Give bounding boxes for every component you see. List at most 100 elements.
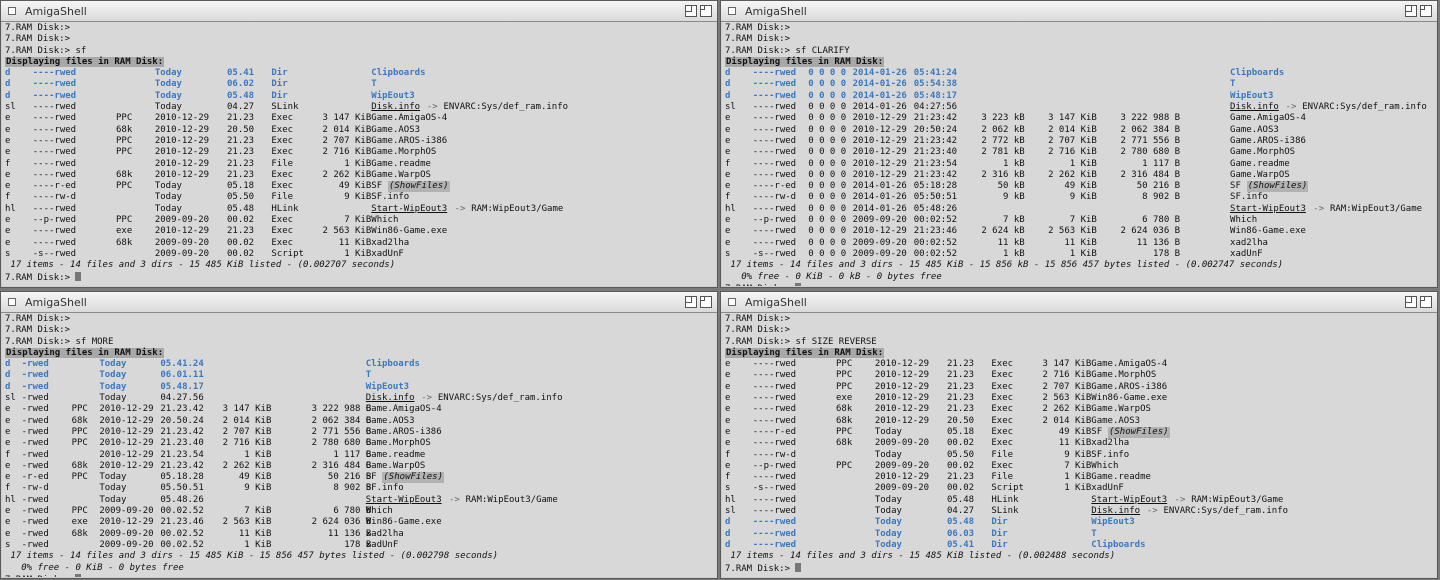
file-size: 11 KiB: [1058, 438, 1092, 449]
file-row[interactable]: d -rwed Today 06.01.11 T: [5, 370, 716, 381]
file-row[interactable]: d ----rwed 0 0 0 0 2014-01-26 05:41:24 Clipbo…: [725, 68, 1436, 79]
file-row[interactable]: e ----rwed 0 0 0 0 2009-09-20 00:02:52 11 kB 1…: [725, 238, 1436, 249]
file-row[interactable]: d -rwed Today 05.48.17 WipEout3: [5, 382, 716, 393]
file-row[interactable]: d ----rwed 0 0 0 0 2014-01-26 05:54:38 T: [725, 79, 1436, 90]
file-row[interactable]: e -rwed PPC 2010-12-29 21.23.42 2 707 KiB 2 77…: [5, 427, 716, 438]
file-row[interactable]: hl -rwed Today 05.48.26 Start-WipEout3 -> RAM:…: [5, 495, 716, 506]
file-row[interactable]: f ----rw-d 0 0 0 0 2014-01-26 05:50:51 9 kB 9 …: [725, 192, 1436, 203]
file-row[interactable]: e --p-rwed 0 0 0 0 2009-09-20 00:02:52 7 kB 7 …: [725, 215, 1436, 226]
file-row[interactable]: e --p-rwed PPC 2009-09-20 00.02 Exec 7 KiB Whic…: [725, 461, 1436, 472]
zoom-gadget-icon[interactable]: [685, 296, 697, 308]
terminal-output[interactable]: 7.RAM Disk:> 7.RAM Disk:> 7.RAM Disk:> sf …: [722, 313, 1436, 577]
file-row[interactable]: sl ----rwed 0 0 0 0 2014-01-26 04:27:56 Disk.…: [725, 102, 1436, 113]
file-row[interactable]: e ----rwed PPC 2010-12-29 21.23 Exec 2 716 KiB…: [725, 370, 1436, 381]
link-arrow-icon: ->: [1146, 506, 1158, 517]
file-row[interactable]: f ----rwed 2010-12-29 21.23 File 1 KiB Game.re…: [725, 472, 1436, 483]
zoom-gadget-icon[interactable]: [1405, 296, 1417, 308]
terminal-output[interactable]: 7.RAM Disk:> 7.RAM Disk:> 7.RAM Disk:> sf …: [722, 22, 1436, 286]
file-row[interactable]: d ----rwed Today 05.48 Dir WipEout3: [725, 517, 1436, 528]
file-row[interactable]: hl ----rwed Today 05.48 HLink Start-WipEout3-…: [5, 204, 716, 215]
input-line[interactable]: 7.RAM Disk:>: [725, 282, 1436, 286]
file-row[interactable]: e ----rwed 0 0 0 0 2010-12-29 20:50:24 2 062 …: [725, 125, 1436, 136]
input-line[interactable]: 7.RAM Disk:>: [5, 573, 716, 577]
file-row[interactable]: d -rwed Today 05.41.24 Clipboards: [5, 359, 716, 370]
depth-gadget-icon[interactable]: [1420, 296, 1432, 308]
depth-gadget-icon[interactable]: [700, 296, 712, 308]
file-row[interactable]: f -rw-d Today 05.50.51 9 KiB 8 902 B SF.info: [5, 483, 716, 494]
file-row[interactable]: f -rwed 2010-12-29 21.23.54 1 KiB 1 117 B Game…: [5, 450, 716, 461]
title-bar[interactable]: AmigaShell: [721, 1, 1437, 22]
file-row[interactable]: s -s--rwed 2009-09-20 00.02 Script 1 KiB xadUn…: [725, 483, 1436, 494]
file-row[interactable]: s -rwed 2009-09-20 00.02.52 1 KiB 178 BxadUnF: [5, 540, 716, 551]
file-row[interactable]: e ----rwed 68k 2010-12-29 20.50 Exec 2 014 KiB…: [5, 125, 716, 136]
file-row[interactable]: sl ----rwed Today 04.27 SLink Disk.info -> ENVA…: [5, 102, 716, 113]
file-row[interactable]: hl ----rwed Today 05.48 HLink Start-WipEout3-…: [725, 495, 1436, 506]
file-note: (ShowFiles): [387, 181, 450, 193]
file-row[interactable]: e -rwed PPC 2010-12-29 21.23.40 2 716 KiB 2 78…: [5, 438, 716, 449]
close-gadget-icon[interactable]: [728, 7, 736, 15]
input-line[interactable]: 7.RAM Disk:>: [725, 562, 1436, 574]
file-row[interactable]: f ----rw-d Today 05.50 File 9 KiB SF.info: [725, 450, 1436, 461]
terminal-output[interactable]: 7.RAM Disk:> 7.RAM Disk:> 7.RAM Disk:> sf …: [2, 313, 716, 577]
file-row[interactable]: f ----rwed 2010-12-29 21.23 File 1 KiB Game.re…: [5, 159, 716, 170]
file-row[interactable]: e ----rwed exe 2010-12-29 21.23 Exec 2 563 KiB…: [5, 226, 716, 237]
input-line[interactable]: 7.RAM Disk:>: [5, 271, 716, 283]
file-row[interactable]: d ----rwed Today 06.02 Dir T: [5, 79, 716, 90]
file-row[interactable]: d ----rwed Today 05.41 Dir Clipboards: [725, 540, 1436, 551]
depth-gadget-icon[interactable]: [1420, 5, 1432, 17]
file-row[interactable]: f ----rwed 0 0 0 0 2010-12-29 21:23:54 1 kB 1 …: [725, 159, 1436, 170]
file-row[interactable]: e ----rwed 68k 2010-12-29 20.50 Exec 2 014 KiB…: [725, 416, 1436, 427]
file-row[interactable]: f ----rw-d Today 05.50 File 9 KiB SF.info: [5, 192, 716, 203]
file-row[interactable]: e ----r-ed PPC Today 05.18 Exec 49 KiB SF (ShowF…: [725, 426, 1436, 439]
file-row[interactable]: d ----rwed 0 0 0 0 2014-01-26 05:48:17 WipEou…: [725, 91, 1436, 102]
file-date: Today: [154, 90, 182, 101]
file-row[interactable]: e ----rwed 0 0 0 0 2010-12-29 21:23:42 2 772 …: [725, 136, 1436, 147]
file-row[interactable]: e -rwed exe 2010-12-29 21.23.46 2 563 KiB 2 62…: [5, 517, 716, 528]
file-row[interactable]: e ----rwed PPC 2010-12-29 21.23 Exec 2 716 KiB…: [5, 147, 716, 158]
file-row[interactable]: e ----rwed PPC 2010-12-29 21.23 Exec 2 707 KiB…: [5, 136, 716, 147]
file-row[interactable]: e ----r-ed PPC Today 05.18 Exec 49 KiB SF (ShowF…: [5, 181, 716, 193]
zoom-gadget-icon[interactable]: [1405, 5, 1417, 17]
file-row[interactable]: d ----rwed Today 05.48 Dir WipEout3: [5, 91, 716, 102]
protection-bits: ----r-ed: [32, 181, 77, 192]
file-row[interactable]: sl -rwed Today 04.27.56 Disk.info -> ENVARC:Sy…: [5, 393, 716, 404]
file-row[interactable]: e ----rwed 0 0 0 0 2010-12-29 21:23:42 3 223 …: [725, 113, 1436, 124]
entry-type: f: [5, 192, 11, 203]
file-row[interactable]: e ----rwed exe 2010-12-29 21.23 Exec 2 563 KiB…: [725, 393, 1436, 404]
file-row[interactable]: e ----rwed PPC 2010-12-29 21.23 Exec 3 147 KiB…: [5, 113, 716, 124]
file-row[interactable]: e -rwed PPC 2009-09-20 00.02.52 7 KiB 6 780 BW…: [5, 506, 716, 517]
file-row[interactable]: e -rwed 68k 2009-09-20 00.02.52 11 KiB 11 136 …: [5, 529, 716, 540]
prompt-text: 7.RAM Disk:>: [5, 314, 71, 324]
terminal-output[interactable]: 7.RAM Disk:> 7.RAM Disk:> 7.RAM Disk:> sf D…: [2, 22, 716, 286]
file-row[interactable]: e -rwed PPC 2010-12-29 21.23.42 3 147 KiB 3 22…: [5, 404, 716, 415]
close-gadget-icon[interactable]: [8, 298, 16, 306]
file-row[interactable]: d ----rwed Today 05.41 Dir Clipboards: [5, 68, 716, 79]
file-row[interactable]: e ----rwed 68k 2010-12-29 21.23 Exec 2 262 KiB…: [725, 404, 1436, 415]
file-row[interactable]: e ----rwed 68k 2010-12-29 21.23 Exec 2 262 KiB…: [5, 170, 716, 181]
title-bar[interactable]: AmigaShell: [1, 292, 717, 313]
file-row[interactable]: e -r-ed PPC Today 05.18.28 49 KiB 50 216 B SF (S…: [5, 472, 716, 484]
depth-gadget-icon[interactable]: [700, 5, 712, 17]
title-bar[interactable]: AmigaShell: [721, 292, 1437, 313]
file-row[interactable]: e ----rwed PPC 2010-12-29 21.23 Exec 2 707 KiB…: [725, 382, 1436, 393]
file-row[interactable]: s -s--rwed 0 0 0 0 2009-09-20 00:02:52 1 kB 1 …: [725, 249, 1436, 260]
file-row[interactable]: e ----rwed 0 0 0 0 2010-12-29 21:23:42 2 316 …: [725, 170, 1436, 181]
file-row[interactable]: s -s--rwed 2009-09-20 00.02 Script 1 KiB xadUn…: [5, 249, 716, 260]
close-gadget-icon[interactable]: [8, 7, 16, 15]
file-row[interactable]: e ----rwed 68k 2009-09-20 00.02 Exec 11 KiB xad…: [725, 438, 1436, 449]
file-row[interactable]: e ----rwed PPC 2010-12-29 21.23 Exec 3 147 KiB…: [725, 359, 1436, 370]
title-bar[interactable]: AmigaShell: [1, 1, 717, 22]
file-row[interactable]: e ----rwed 68k 2009-09-20 00.02 Exec 11 KiB xad…: [5, 238, 716, 249]
file-row[interactable]: e -rwed 68k 2010-12-29 20.50.24 2 014 KiB 2 06…: [5, 416, 716, 427]
file-row[interactable]: hl ----rwed 0 0 0 0 2014-01-26 05:48:26 Start…: [725, 204, 1436, 215]
file-row[interactable]: d ----rwed Today 06.03 Dir T: [725, 529, 1436, 540]
close-gadget-icon[interactable]: [728, 298, 736, 306]
file-row[interactable]: e -rwed 68k 2010-12-29 21.23.42 2 262 KiB 2 31…: [5, 461, 716, 472]
file-row[interactable]: e ----r-ed 0 0 0 0 2014-01-26 05:18:28 50 kB 4…: [725, 181, 1436, 193]
zoom-gadget-icon[interactable]: [685, 5, 697, 17]
file-row[interactable]: e ----rwed 0 0 0 0 2010-12-29 21:23:40 2 781 …: [725, 147, 1436, 158]
file-row[interactable]: e ----rwed 0 0 0 0 2010-12-29 21:23:46 2 624 …: [725, 226, 1436, 237]
file-row[interactable]: sl ----rwed Today 04.27 SLink Disk.info -> ENVA…: [725, 506, 1436, 517]
file-row[interactable]: e --p-rwed PPC 2009-09-20 00.02 Exec 7 KiB Whic…: [5, 215, 716, 226]
file-date: 2010-12-29: [154, 226, 210, 237]
